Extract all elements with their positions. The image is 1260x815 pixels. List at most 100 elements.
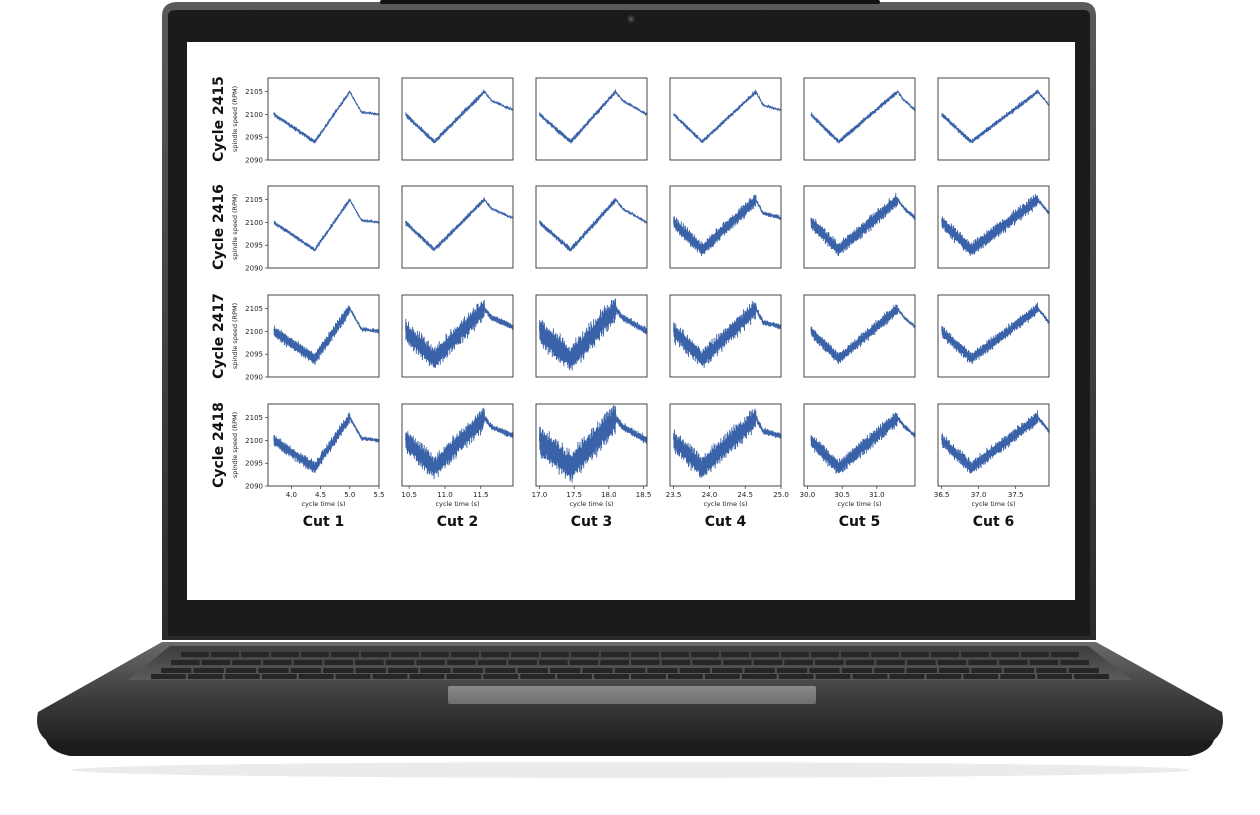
panel: 2105 2100 2095 2090 4.0 4.5 5.0 5.5 cycle time (…	[245, 403, 385, 530]
keyboard-key	[889, 674, 925, 679]
x-tick-label: 30.5	[834, 491, 850, 499]
y-tick-label: 2095	[245, 351, 263, 359]
keyboard-key	[876, 660, 905, 665]
keyboard-key	[614, 668, 646, 673]
keyboard-key	[1003, 668, 1035, 673]
keyboard-key	[661, 660, 691, 665]
keyboard-key	[926, 674, 962, 679]
keyboard-key	[539, 660, 568, 665]
y-tick-label: 2090	[245, 265, 263, 273]
keyboard-key	[187, 674, 223, 679]
keyboard-key	[968, 660, 997, 665]
keyboard-key	[298, 674, 334, 679]
panel	[669, 294, 782, 378]
x-tick-label: 24.5	[737, 491, 753, 499]
keyboard-key	[679, 668, 711, 673]
keyboard-key	[815, 674, 851, 679]
series-line	[941, 194, 1050, 257]
keyboard-key	[385, 660, 415, 665]
row-label: Cycle 2418	[211, 402, 227, 488]
keyboard-key	[387, 668, 419, 673]
series-line	[673, 300, 782, 368]
x-tick-label: 31.0	[869, 491, 885, 499]
keyboard-key	[1036, 668, 1067, 673]
keyboard-key	[1000, 674, 1036, 679]
keyboard-key	[961, 652, 989, 657]
keyboard-key	[324, 660, 353, 665]
panel	[401, 185, 514, 269]
keyboard-key	[323, 668, 354, 673]
x-axis-label: cycle time (s)	[569, 500, 613, 508]
keyboard-key	[906, 668, 937, 673]
series-line	[405, 89, 514, 144]
keyboard-key	[937, 660, 967, 665]
keyboard-key	[201, 660, 231, 665]
series-line	[673, 194, 782, 257]
keyboard-key	[355, 668, 386, 673]
keyboard-key	[483, 674, 519, 679]
series-line	[941, 410, 1050, 474]
y-tick-label: 2095	[245, 134, 263, 142]
panel: 23.5 24.0 24.5 25.0 cycle time (s) Cut 4	[666, 403, 789, 530]
panel	[669, 77, 782, 161]
x-tick-label: 37.5	[1008, 491, 1024, 499]
keyboard-key	[776, 668, 808, 673]
keyboard-key	[901, 652, 929, 657]
keyboard-key	[485, 668, 516, 673]
x-tick-label: 18.0	[601, 491, 617, 499]
series-line	[539, 89, 648, 144]
keyboard-key	[211, 652, 239, 657]
keyboard-key	[647, 668, 678, 673]
keyboard-key	[508, 660, 537, 665]
y-tick-label: 2105	[245, 196, 263, 204]
keyboard-key	[1074, 674, 1109, 679]
row-label: Cycle 2417	[211, 293, 227, 379]
keyboard-key	[841, 668, 873, 673]
keyboard-key	[594, 674, 629, 679]
x-axis-label: cycle time (s)	[837, 500, 881, 508]
keyboard-key	[293, 660, 323, 665]
keyboard-key	[874, 668, 905, 673]
series-line	[810, 90, 916, 145]
panel: 10.5 11.0 11.5cycle time (s) Cut 2	[401, 403, 514, 530]
series-line	[673, 89, 782, 143]
panel	[535, 185, 648, 269]
keyboard-key	[541, 652, 569, 657]
panel: 2105 2100 2095 2090	[245, 294, 380, 382]
panel: 30.0 30.5 31.0cycle time (s) Cut 5	[800, 403, 916, 530]
keyboard-key	[301, 652, 329, 657]
x-tick-label: 24.0	[702, 491, 718, 499]
y-axis-label: spindle speed (RPM)	[231, 86, 239, 152]
y-tick-label: 2100	[245, 437, 263, 445]
keyboard-key	[258, 668, 289, 673]
keyboard-key	[420, 668, 451, 673]
keyboard-key	[517, 668, 548, 673]
keyboard-key	[963, 674, 999, 679]
y-axis-label: spindle speed (RPM)	[231, 194, 239, 260]
y-tick-label: 2105	[245, 414, 263, 422]
keyboard-key	[232, 660, 261, 665]
panel	[937, 185, 1050, 269]
x-tick-label: 17.0	[532, 491, 548, 499]
keyboard-key	[1029, 660, 1059, 665]
panel	[937, 294, 1050, 378]
panel	[803, 185, 916, 269]
keyboard-key	[151, 674, 186, 679]
keyboard-key	[447, 660, 476, 665]
x-tick-label: 36.5	[934, 491, 950, 499]
webcam-icon	[627, 15, 635, 23]
column-label: Cut 5	[839, 514, 881, 530]
y-tick-label: 2095	[245, 460, 263, 468]
keyboard-key	[263, 660, 292, 665]
series-line	[941, 302, 1050, 365]
keyboard-key	[871, 652, 899, 657]
keyboard-key	[931, 652, 959, 657]
keyboard-key	[355, 660, 384, 665]
keyboard-key	[571, 652, 599, 657]
y-tick-label: 2100	[245, 328, 263, 336]
series-line	[273, 412, 380, 473]
keyboard-key	[549, 668, 581, 673]
x-tick-label: 18.5	[636, 491, 652, 499]
x-tick-label: 11.0	[437, 491, 453, 499]
column-label: Cut 4	[705, 514, 747, 530]
